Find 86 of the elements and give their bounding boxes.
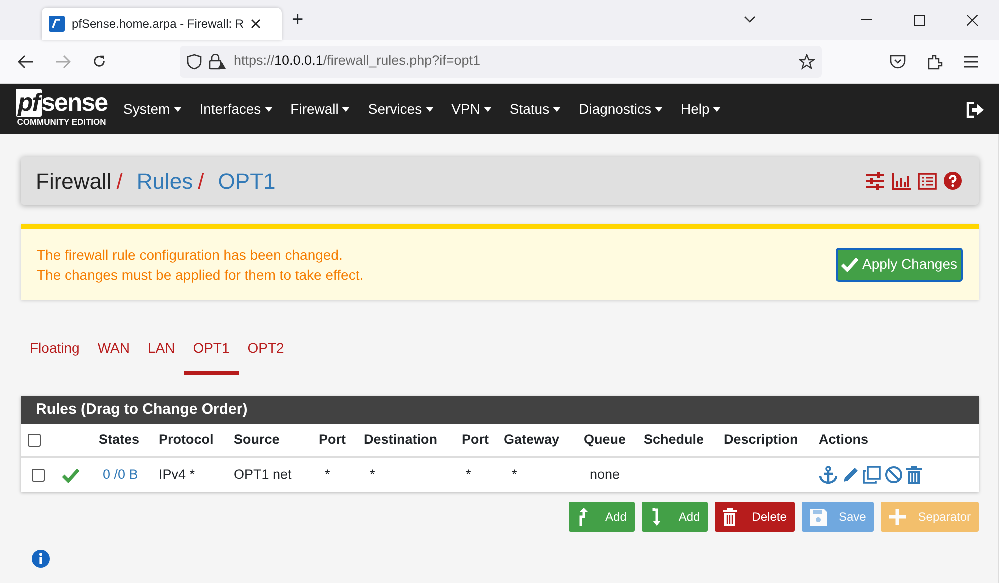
- minimize-icon[interactable]: [861, 19, 872, 21]
- menu-item[interactable]: System: [124, 98, 182, 120]
- back-icon[interactable]: [18, 54, 34, 68]
- column-header: Port: [319, 432, 346, 447]
- tab[interactable]: Floating: [21, 330, 89, 375]
- table-cell: OPT1 net: [234, 466, 292, 482]
- breadcrumb-text: Firewall: [36, 168, 112, 196]
- checkbox[interactable]: [32, 468, 45, 482]
- breadcrumb-separator: /: [116, 168, 123, 196]
- shield-icon: [187, 54, 202, 70]
- lock-warning-icon: [209, 54, 227, 70]
- apply-changes-button[interactable]: Apply Changes: [836, 248, 963, 282]
- tab[interactable]: OPT1: [184, 330, 239, 375]
- table-cell: *: [512, 466, 518, 482]
- menu-item[interactable]: Services: [368, 98, 434, 120]
- pocket-icon[interactable]: [890, 54, 906, 69]
- menu-item[interactable]: Interfaces: [200, 98, 273, 120]
- pencil-icon[interactable]: [842, 466, 860, 484]
- menu-icon[interactable]: [964, 56, 978, 68]
- close-icon[interactable]: [967, 14, 978, 26]
- caret-icon[interactable]: [264, 106, 273, 112]
- menu-item[interactable]: Firewall: [290, 98, 350, 120]
- caret-icon[interactable]: [654, 106, 663, 112]
- menu-item[interactable]: Help: [680, 98, 722, 120]
- table-cell: *: [325, 466, 330, 482]
- alert-text: The changes must be applied for them to take effect.: [37, 266, 364, 284]
- breadcrumb-link[interactable]: OPT1: [218, 164, 276, 198]
- trash-icon[interactable]: [906, 466, 922, 484]
- plus-icon: [889, 508, 906, 526]
- column-header: Destination: [364, 432, 438, 447]
- menu-item[interactable]: Diagnostics: [579, 98, 663, 120]
- menu-item[interactable]: Status: [510, 98, 562, 120]
- new-tab-button[interactable]: +: [292, 5, 304, 35]
- caret-icon[interactable]: [713, 106, 722, 112]
- address-bar[interactable]: https://10.0.0.1/firewall_rules.php?if=opt1: [180, 46, 822, 78]
- list-icon[interactable]: [918, 172, 937, 190]
- column-header: Actions: [819, 432, 869, 447]
- column-header: Schedule: [644, 432, 704, 447]
- add-button[interactable]: Add: [568, 502, 635, 532]
- anchor-icon[interactable]: [819, 466, 838, 484]
- logout-icon[interactable]: [966, 102, 985, 118]
- caret-icon[interactable]: [342, 106, 350, 112]
- copy-icon[interactable]: [863, 466, 881, 484]
- caret-icon[interactable]: [553, 106, 562, 112]
- column-header: States: [99, 432, 140, 447]
- caret-icon[interactable]: [426, 106, 434, 112]
- extensions-icon[interactable]: [927, 54, 943, 70]
- disable-icon[interactable]: [884, 466, 902, 484]
- site-icon: [49, 16, 65, 32]
- table-cell: *: [466, 466, 472, 482]
- caret-icon[interactable]: [484, 106, 492, 112]
- tab[interactable]: OPT2: [238, 330, 294, 375]
- table-cell: *: [370, 466, 376, 482]
- column-header: Source: [234, 432, 280, 447]
- chevron-icon[interactable]: [744, 16, 756, 24]
- breadcrumb-link[interactable]: Rules: [136, 164, 194, 198]
- breadcrumb-separator: /: [198, 168, 204, 196]
- states-link[interactable]: 0 /0 B: [103, 466, 138, 482]
- help-icon[interactable]: [944, 172, 962, 190]
- column-header: Port: [462, 432, 489, 447]
- info-icon[interactable]: [32, 550, 50, 568]
- column-header: Protocol: [159, 432, 214, 447]
- maximize-icon[interactable]: [914, 14, 925, 26]
- checkbox[interactable]: [28, 434, 41, 447]
- column-header: Description: [724, 432, 798, 447]
- bookmark-star-icon[interactable]: [799, 54, 815, 70]
- delete-button[interactable]: Delete: [715, 502, 795, 532]
- reload-icon[interactable]: [92, 54, 107, 69]
- table-cell: IPv4 *: [159, 466, 196, 482]
- check-icon: [841, 257, 860, 272]
- add-button[interactable]: Add: [642, 502, 708, 532]
- table-cell: none: [590, 466, 620, 482]
- column-header: Gateway: [504, 432, 560, 447]
- alert-text: The firewall rule configuration has been changed.: [37, 246, 344, 264]
- column-header: Queue: [584, 432, 626, 447]
- pfsense-logo[interactable]: pfsense COMMUNITY EDITION: [16, 91, 108, 127]
- sliders-icon[interactable]: [865, 172, 885, 190]
- browser-tab[interactable]: pfSense.home.arpa - Firewall: R: [42, 8, 282, 40]
- panel-title: Rules (Drag to Change Order): [21, 396, 979, 424]
- tab-title: pfSense.home.arpa - Firewall: R: [72, 16, 244, 33]
- tab[interactable]: LAN: [138, 330, 184, 375]
- caret-icon[interactable]: [174, 106, 182, 112]
- bar-chart-icon[interactable]: [892, 172, 911, 190]
- tab[interactable]: WAN: [88, 330, 139, 375]
- menu-item[interactable]: VPN: [452, 98, 492, 120]
- close-icon[interactable]: [251, 19, 262, 29]
